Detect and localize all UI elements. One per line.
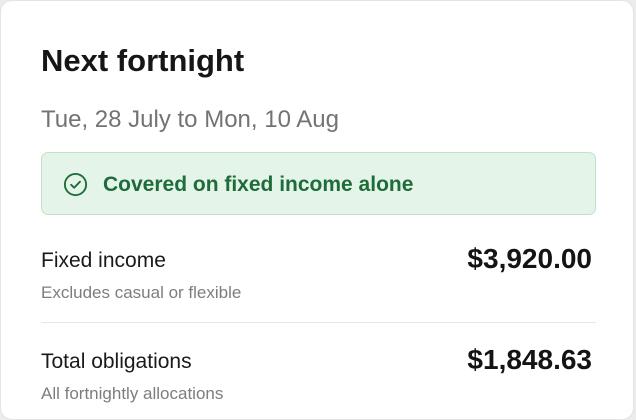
- fixed-income-label: Fixed income: [41, 249, 166, 272]
- coverage-status-banner: Covered on fixed income alone: [41, 152, 596, 215]
- row-divider: [41, 322, 596, 323]
- fixed-income-sublabel: Excludes casual or flexible: [41, 283, 242, 302]
- fixed-income-value: $3,920.00: [467, 243, 592, 274]
- coverage-status-text: Covered on fixed income alone: [103, 173, 414, 196]
- total-obligations-value: $1,848.63: [467, 344, 592, 375]
- check-circle-icon: [63, 172, 88, 197]
- date-range: Tue, 28 July to Mon, 10 Aug: [41, 106, 339, 133]
- card-title: Next fortnight: [41, 43, 245, 78]
- total-obligations-label: Total obligations: [41, 350, 192, 373]
- fortnight-summary-card: Next fortnight Tue, 28 July to Mon, 10 A…: [0, 0, 634, 420]
- total-obligations-sublabel: All fortnightly allocations: [41, 384, 224, 403]
